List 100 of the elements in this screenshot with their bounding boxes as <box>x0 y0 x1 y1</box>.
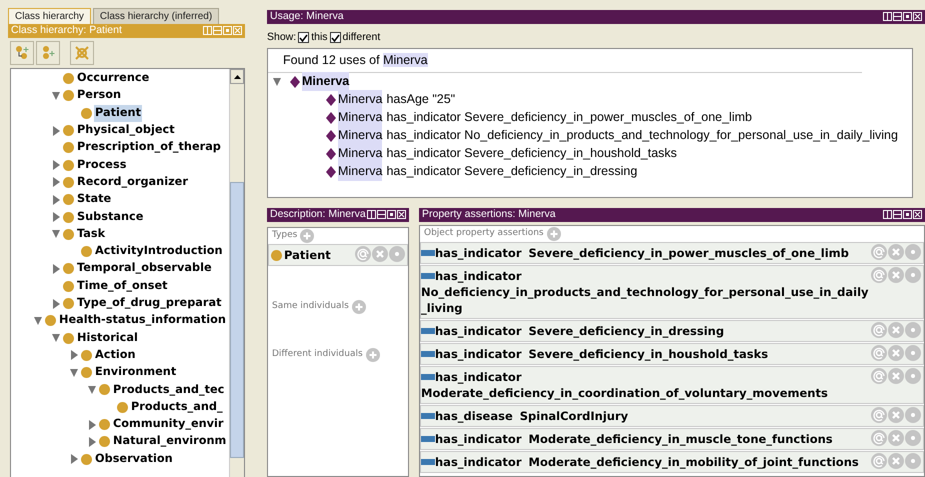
individual-icon <box>290 76 300 88</box>
property-name: has_indicator <box>435 323 522 339</box>
view-controls-icon[interactable] <box>883 210 922 219</box>
tree-item[interactable]: Environment <box>94 364 178 382</box>
delete-button[interactable] <box>888 407 904 423</box>
tree-item[interactable]: Person <box>76 87 122 104</box>
delete-button[interactable] <box>888 368 904 384</box>
tree-item[interactable]: Temporal_observable <box>76 260 213 278</box>
property-value: Severe_deficiency_in_houshold_tasks <box>528 346 768 362</box>
tree-item[interactable]: Products_and_ <box>130 398 224 416</box>
class-icon <box>63 176 74 188</box>
delete-button[interactable] <box>888 244 904 260</box>
annotate-button[interactable] <box>871 244 887 260</box>
delete-button[interactable] <box>888 453 904 469</box>
expander-icon[interactable] <box>51 333 63 344</box>
property-value: No_deficiency_in_products_and_technology_for_personal_use_in_daily_living <box>421 284 869 316</box>
property-name: has_indicator <box>435 268 522 284</box>
add-button[interactable] <box>300 229 314 243</box>
add-sibling-button[interactable] <box>36 41 60 65</box>
object-property-icon <box>421 459 435 465</box>
delete-button[interactable] <box>888 430 904 446</box>
tab[interactable]: Class hierarchy (inferred) <box>92 8 220 24</box>
edit-button[interactable] <box>905 345 921 361</box>
property-value: Moderate_deficiency_in_coordination_of_voluntary_movements <box>421 385 828 401</box>
expander-icon[interactable] <box>69 368 81 378</box>
tree-item[interactable]: ActivityIntroduction <box>94 243 224 260</box>
checkbox-label: this <box>311 30 328 45</box>
tree-item[interactable]: Process <box>76 156 128 174</box>
expander-icon[interactable] <box>33 316 45 326</box>
add-sibling-icon <box>40 45 56 61</box>
view-controls-icon[interactable] <box>367 210 406 219</box>
tab[interactable]: Class hierarchy <box>8 8 91 24</box>
tree-item[interactable]: Record_organizer <box>76 174 189 191</box>
annotate-button[interactable] <box>871 322 887 338</box>
annotate-button[interactable] <box>355 246 371 262</box>
edit-button[interactable] <box>905 407 921 423</box>
edit-button[interactable] <box>389 246 405 262</box>
delete-class-button[interactable] <box>70 41 94 65</box>
tree-item[interactable]: Minerva <box>302 72 350 91</box>
expander-icon[interactable] <box>87 384 99 395</box>
property-value: SpinalCordInjury <box>520 408 628 424</box>
edit-button[interactable] <box>905 453 921 469</box>
checkbox[interactable] <box>298 32 310 44</box>
class-icon <box>63 212 74 223</box>
annotate-button[interactable] <box>871 267 887 283</box>
delete-button[interactable] <box>888 322 904 338</box>
expander-icon[interactable] <box>51 90 63 101</box>
edit-button[interactable] <box>905 244 921 260</box>
expander-icon[interactable] <box>51 229 63 240</box>
annotate-button[interactable] <box>871 453 887 469</box>
up-arrow-icon <box>234 74 240 78</box>
scroll-up-button[interactable] <box>230 69 244 84</box>
tree-item[interactable]: Health-status_information <box>58 312 227 330</box>
tree-item[interactable]: Natural_environm <box>112 433 228 450</box>
tree-item[interactable]: Task <box>76 226 106 243</box>
class-icon <box>63 160 74 171</box>
expander-icon[interactable] <box>272 76 284 86</box>
tree-item[interactable]: Patient <box>94 104 142 122</box>
property-value: Severe_deficiency_in_dressing <box>528 323 724 339</box>
class-icon <box>117 402 128 413</box>
tree-item[interactable]: Products_and_tec <box>112 382 226 398</box>
class-icon <box>63 228 74 240</box>
tree-item[interactable]: Action <box>94 346 137 364</box>
tree-item[interactable]: Physical_object <box>76 122 176 139</box>
section-label: Same individuals <box>272 300 349 314</box>
tree-item[interactable]: Substance <box>76 208 144 226</box>
tree-item[interactable]: Occurrence <box>76 70 150 88</box>
checkbox[interactable] <box>330 32 341 44</box>
edit-button[interactable] <box>905 430 921 446</box>
edit-button[interactable] <box>905 322 921 338</box>
edit-button[interactable] <box>905 267 921 283</box>
scrollbar-thumb[interactable] <box>230 182 244 458</box>
annotate-button[interactable] <box>871 368 887 384</box>
panel-title: Property assertions: Minerva <box>422 207 556 222</box>
property-value: Moderate_deficiency_in_muscle_tone_functions <box>528 431 833 447</box>
delete-button[interactable] <box>888 345 904 361</box>
add-button[interactable] <box>366 348 380 362</box>
view-controls-icon[interactable] <box>883 12 922 21</box>
class-icon <box>81 246 92 258</box>
tree-item[interactable]: Prescription_of_therap <box>76 139 222 156</box>
delete-button[interactable] <box>888 267 904 283</box>
tree-item[interactable]: Community_envir <box>112 416 224 434</box>
add-button[interactable] <box>352 300 366 314</box>
object-property-icon <box>421 413 435 419</box>
annotate-button[interactable] <box>871 345 887 361</box>
annotate-button[interactable] <box>871 430 887 446</box>
add-button[interactable] <box>546 227 561 241</box>
panel-title: Class hierarchy: Patient <box>11 23 122 38</box>
edit-button[interactable] <box>905 368 921 384</box>
tree-item[interactable]: Type_of_drug_preparat <box>76 295 223 312</box>
delete-button[interactable] <box>372 246 388 262</box>
add-subclass-button[interactable] <box>10 41 34 65</box>
property-value: Severe_deficiency_in_power_muscles_of_one_limb <box>528 245 849 261</box>
tree-item[interactable]: Time_of_onset <box>76 278 169 295</box>
annotate-button[interactable] <box>871 407 887 423</box>
tree-item[interactable]: Observation <box>94 450 174 468</box>
class-icon <box>99 384 110 396</box>
tree-item[interactable]: State <box>76 191 112 208</box>
tree-item[interactable]: Historical <box>76 330 139 347</box>
type-name: Patient <box>284 247 331 263</box>
